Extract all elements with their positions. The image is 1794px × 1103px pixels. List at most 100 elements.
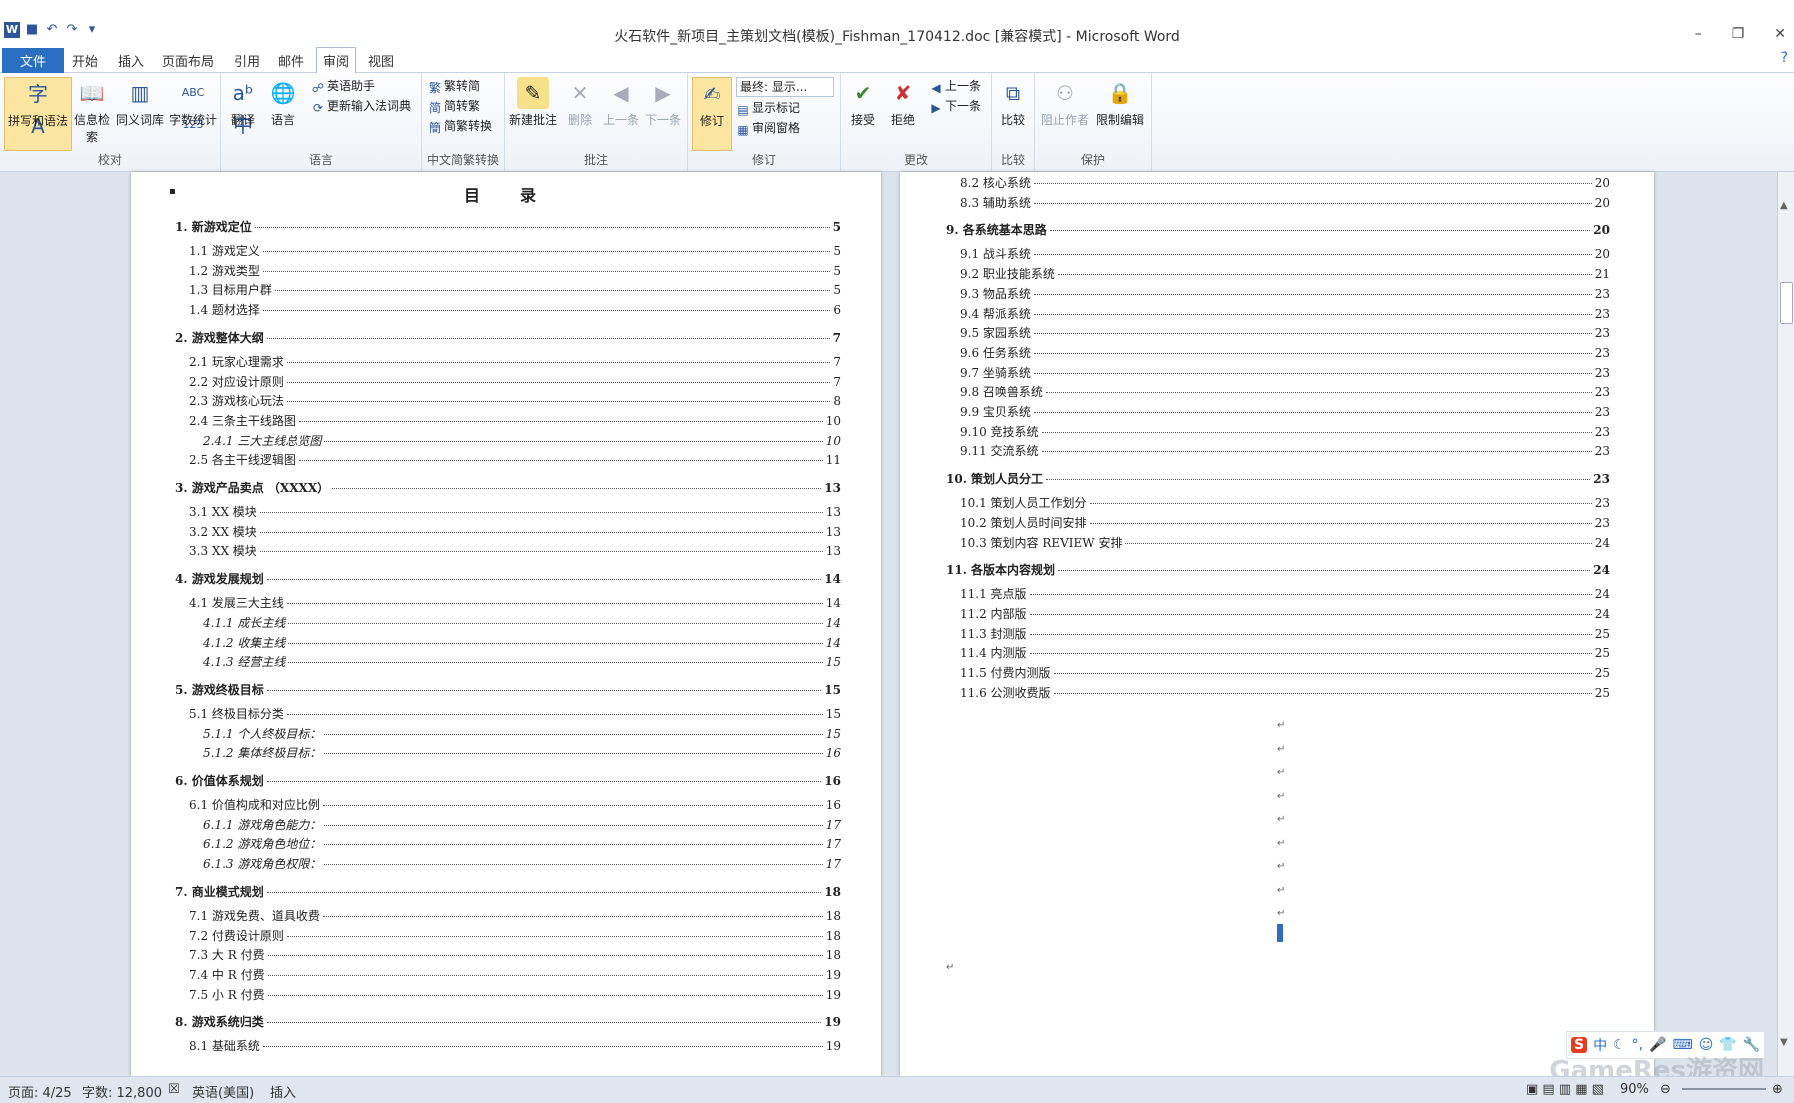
toc-entry[interactable]: 5.1.2 集体终极目标： 16 [203,744,841,761]
toc-entry[interactable]: 7. 商业模式规划 18 [175,883,841,900]
tab-insert[interactable]: 插入 [112,50,150,71]
scroll-up-icon[interactable]: ▲ [1780,200,1788,211]
tab-page-layout[interactable]: 页面布局 [156,50,220,71]
delete-comment-button[interactable]: ✕ 删除 [563,77,597,128]
status-page[interactable]: 页面: 4/25 [8,1082,72,1101]
simp-to-trad-button[interactable]: 简简转繁 [428,97,480,115]
tab-view[interactable]: 视图 [362,50,400,71]
toc-entry[interactable]: 11.4 内测版 25 [960,644,1610,661]
trad-to-simp-button[interactable]: 繁繁转简 [428,77,480,95]
toc-entry[interactable]: 6.1 价值构成和对应比例 16 [189,796,841,813]
toc-entry[interactable]: 9.1 战斗系统 20 [960,245,1610,262]
toc-entry[interactable]: 9.5 家园系统 23 [960,324,1610,341]
display-for-review-select[interactable]: 最终: 显示... [736,77,834,97]
toc-entry[interactable]: 9.10 竞技系统 23 [960,423,1610,440]
toc-entry[interactable]: 10.2 策划人员时间安排 23 [960,514,1610,531]
compare-button[interactable]: ⧉ 比较 [995,77,1031,128]
review-pane-button[interactable]: ▦ 审阅窗格 [736,119,800,137]
document-page-left[interactable]: ▪ 目 录 1. 新游戏定位 5 1.1 游戏定义 5 1.2 游戏类型 5 1.3 目标用… [131,172,881,1076]
next-comment-button[interactable]: ▶ 下一条 [643,77,683,128]
chinese-convert-button[interactable]: 簡简繁转换 [428,117,492,135]
toc-entry[interactable]: 4.1.3 经营主线 15 [203,653,841,670]
zoom-out-icon[interactable]: ⊖ [1660,1082,1671,1097]
toc-entry[interactable]: 9.9 宝贝系统 23 [960,403,1610,420]
toc-entry[interactable]: 6.1.1 游戏角色能力： 17 [203,816,841,833]
spelling-grammar-button[interactable]: 字A 拼写和语法 [4,77,72,151]
toc-entry[interactable]: 2.5 各主干线逻辑图 11 [189,451,841,468]
toc-entry[interactable]: 5.1 终极目标分类 15 [189,705,841,722]
help-icon[interactable]: ? [1781,50,1788,66]
toc-entry[interactable]: 9. 各系统基本思路 20 [946,221,1610,238]
tab-mailings[interactable]: 邮件 [272,50,310,71]
reject-button[interactable]: ✘ 拒绝 [885,77,921,128]
document-page-right[interactable]: 8.2 核心系统 20 8.3 辅助系统 20 9. 各系统基本思路 20 9.1 战斗系统… [900,172,1654,1076]
toc-entry[interactable]: 11. 各版本内容规划 24 [946,561,1610,578]
research-button[interactable]: 📖 信息检索 [74,77,110,145]
toc-entry[interactable]: 2.1 玩家心理需求 7 [189,353,841,370]
close-button[interactable]: ✕ [1774,26,1786,42]
toc-entry[interactable]: 1. 新游戏定位 5 [175,218,841,235]
toc-entry[interactable]: 3.2 XX 模块 13 [189,523,841,540]
toc-entry[interactable]: 9.11 交流系统 23 [960,442,1610,459]
tab-file[interactable]: 文件 [2,48,65,73]
toc-entry[interactable]: 10.3 策划内容 REVIEW 安排 24 [960,534,1610,551]
toc-entry[interactable]: 11.5 付费内测版 25 [960,664,1610,681]
status-insert-mode[interactable]: 插入 [270,1082,296,1101]
toc-entry[interactable]: 10.1 策划人员工作划分 23 [960,494,1610,511]
status-zoom[interactable]: 90% [1620,1082,1649,1097]
tab-review[interactable]: 审阅 [316,47,357,74]
english-assistant-button[interactable]: ☍ 英语助手 [311,77,375,95]
zoom-in-icon[interactable]: ⊕ [1772,1082,1783,1097]
toc-entry[interactable]: 3.3 XX 模块 13 [189,542,841,559]
toc-entry[interactable]: 11.6 公测收费版 25 [960,684,1610,701]
toc-entry[interactable]: 11.2 内部版 24 [960,605,1610,622]
toc-entry[interactable]: 2.3 游戏核心玩法 8 [189,392,841,409]
zoom-slider[interactable] [1682,1088,1766,1090]
toc-entry[interactable]: 11.3 封测版 25 [960,625,1610,642]
toc-entry[interactable]: 7.1 游戏免费、道具收费 18 [189,907,841,924]
toc-entry[interactable]: 3.1 XX 模块 13 [189,503,841,520]
update-ime-button[interactable]: ⟳ 更新输入法词典 [311,97,411,115]
toc-entry[interactable]: 1.2 游戏类型 5 [189,262,841,279]
block-authors-button[interactable]: ⚇ 阻止作者 [1039,77,1091,128]
toc-entry[interactable]: 4. 游戏发展规划 14 [175,570,841,587]
toc-entry[interactable]: 8.1 基础系统 19 [189,1037,841,1054]
toc-entry[interactable]: 8. 游戏系统归类 19 [175,1013,841,1030]
toc-entry[interactable]: 7.4 中 R 付费 19 [189,966,841,983]
restore-button[interactable]: ❐ [1732,26,1745,42]
toc-entry[interactable]: 10. 策划人员分工 23 [946,470,1610,487]
toc-entry[interactable]: 2. 游戏整体大纲 7 [175,329,841,346]
status-word-count[interactable]: 字数: 12,800 [82,1082,162,1101]
toc-entry[interactable]: 1.3 目标用户群 5 [189,281,841,298]
toc-entry[interactable]: 8.3 辅助系统 20 [960,194,1610,211]
toc-entry[interactable]: 7.2 付费设计原则 18 [189,927,841,944]
toc-entry[interactable]: 9.2 职业技能系统 21 [960,265,1610,282]
toc-entry[interactable]: 9.8 召唤兽系统 23 [960,383,1610,400]
track-changes-button[interactable]: ✍ 修订 [692,77,732,151]
toc-entry[interactable]: 9.7 坐骑系统 23 [960,364,1610,381]
previous-comment-button[interactable]: ◀ 上一条 [601,77,641,128]
restrict-editing-button[interactable]: 🔒 限制编辑 [1093,77,1147,128]
toc-entry[interactable]: 7.5 小 R 付费 19 [189,986,841,1003]
toc-entry[interactable]: 6. 价值体系规划 16 [175,772,841,789]
toc-entry[interactable]: 1.4 题材选择 6 [189,301,841,318]
toc-entry[interactable]: 5. 游戏终极目标 15 [175,681,841,698]
minimize-button[interactable]: – [1695,26,1702,42]
toc-entry[interactable]: 9.3 物品系统 23 [960,285,1610,302]
toc-entry[interactable]: 2.4.1 三大主线总览图 10 [203,432,841,449]
proofing-icon[interactable]: ☒ [168,1082,180,1097]
toc-entry[interactable]: 2.2 对应设计原则 7 [189,373,841,390]
toc-entry[interactable]: 6.1.3 游戏角色权限： 17 [203,855,841,872]
word-count-button[interactable]: ABC 123 字数统计 [168,77,218,131]
toc-entry[interactable]: 4.1 发展三大主线 14 [189,594,841,611]
toc-entry[interactable]: 8.2 核心系统 20 [960,174,1610,191]
vertical-scrollbar[interactable]: ▲ ▼ [1777,172,1794,1076]
language-button[interactable]: 🌐 语言 [265,77,301,128]
toc-entry[interactable]: 4.1.2 收集主线 14 [203,634,841,651]
accept-button[interactable]: ✔ 接受 [845,77,881,128]
toc-entry[interactable]: 5.1.1 个人终极目标： 15 [203,725,841,742]
previous-change-button[interactable]: ◀ 上一条 [929,77,981,95]
view-mode-icons[interactable]: ▣ ▤ ▥ ▦ ▧ [1526,1082,1604,1097]
scroll-down-icon[interactable]: ▼ [1780,1037,1788,1048]
thesaurus-button[interactable]: ▥ 同义词库 [112,77,168,128]
